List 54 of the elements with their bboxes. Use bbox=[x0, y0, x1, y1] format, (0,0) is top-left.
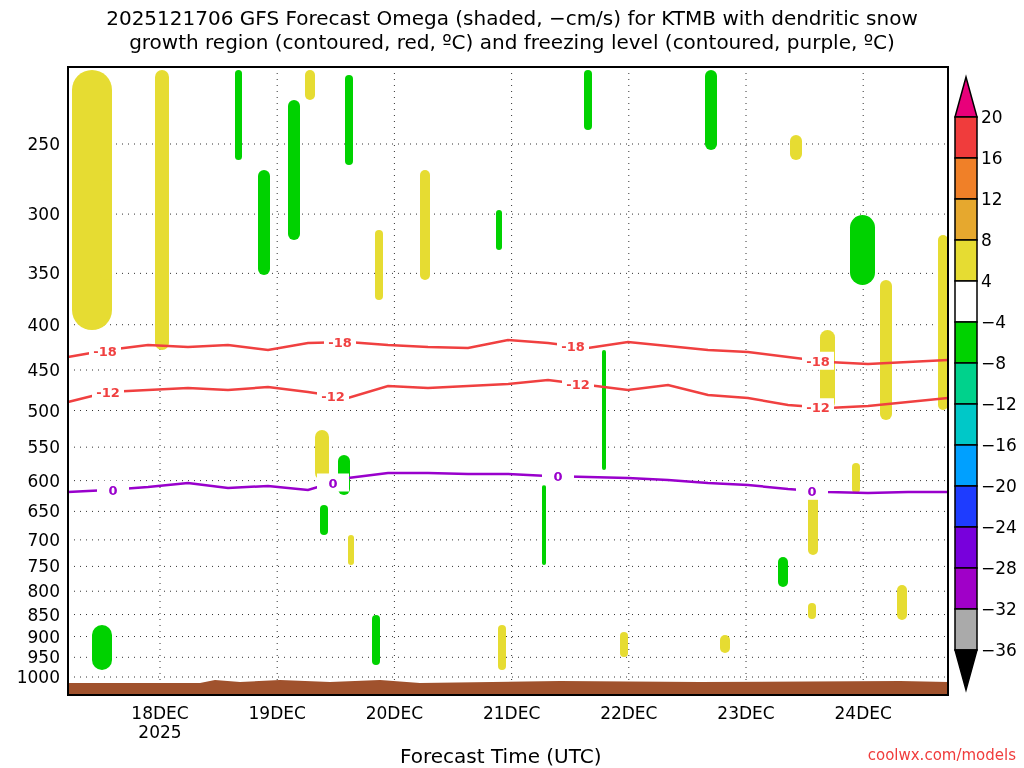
colorbar-label: 4 bbox=[981, 271, 992, 291]
contour-label: -18 bbox=[561, 339, 585, 355]
x-axis-label: 21DEC bbox=[482, 703, 541, 723]
x-axis-label: 22DEC bbox=[600, 703, 658, 723]
y-axis-label: 900 bbox=[27, 626, 60, 647]
y-axis-label: 400 bbox=[27, 314, 60, 335]
colorbar-label: −8 bbox=[981, 353, 1007, 373]
colorbar-label: −36 bbox=[981, 640, 1017, 660]
contour-label: 0 bbox=[328, 475, 338, 491]
y-axis-label: 700 bbox=[27, 529, 60, 550]
x-axis-label: 20DEC bbox=[365, 703, 424, 723]
y-axis-label: 450 bbox=[27, 360, 60, 380]
contour-label: 0 bbox=[807, 483, 817, 499]
x-axis-label: 23DEC bbox=[717, 703, 775, 723]
colorbar-label: 8 bbox=[981, 230, 992, 250]
contour-label: -12 bbox=[96, 385, 120, 400]
y-axis-label: 600 bbox=[27, 470, 60, 491]
x-axis-title: Forecast Time (UTC) bbox=[400, 744, 602, 768]
y-axis-label: 350 bbox=[27, 263, 60, 284]
credit-link[interactable]: coolwx.com/models bbox=[867, 746, 1016, 764]
colorbar-label: −24 bbox=[981, 517, 1017, 537]
colorbar-label: −20 bbox=[981, 476, 1017, 496]
x-axis-label: 18DEC bbox=[131, 703, 189, 723]
y-axis-label: 550 bbox=[27, 437, 60, 458]
contour-label: -18 bbox=[328, 335, 352, 351]
contour-label: 0 bbox=[108, 482, 118, 498]
colorbar-label: 20 bbox=[981, 107, 1003, 127]
colorbar-label: 12 bbox=[981, 189, 1003, 209]
y-axis-label: 950 bbox=[27, 647, 60, 668]
y-axis-label: 650 bbox=[27, 501, 60, 522]
contour-label: -12 bbox=[566, 376, 590, 392]
colorbar-label: −4 bbox=[981, 312, 1007, 332]
colorbar-label: −16 bbox=[981, 435, 1017, 455]
colorbar-label: −12 bbox=[981, 394, 1017, 414]
contour-label: -18 bbox=[93, 343, 117, 359]
contour-label: 0 bbox=[553, 469, 563, 485]
x-axis-label: 19DEC bbox=[248, 703, 306, 723]
x-axis-year: 2025 bbox=[138, 722, 182, 742]
y-axis-label: 250 bbox=[27, 134, 60, 154]
y-axis-label: 750 bbox=[27, 556, 60, 577]
y-axis-label: 300 bbox=[27, 204, 60, 225]
contour-label: -12 bbox=[806, 400, 830, 416]
chart-title: 2025121706 GFS Forecast Omega (shaded, −cm/s) for KTMB with dendritic snow bbox=[106, 6, 918, 30]
colorbar-label: 16 bbox=[981, 148, 1003, 168]
y-axis-label: 850 bbox=[27, 604, 60, 625]
y-axis-label: 500 bbox=[27, 400, 60, 421]
y-axis-label: 1000 bbox=[16, 667, 60, 688]
contour-label: -18 bbox=[806, 353, 830, 369]
contour-label: -12 bbox=[321, 388, 345, 404]
chart-title: growth region (contoured, red, ºC) and freezing level (contoured, purple, ºC) bbox=[129, 30, 895, 54]
colorbar-label: −32 bbox=[981, 599, 1017, 619]
colorbar-label: −28 bbox=[981, 558, 1017, 578]
y-axis-label: 800 bbox=[27, 581, 60, 602]
x-axis-label: 24DEC bbox=[834, 703, 892, 723]
